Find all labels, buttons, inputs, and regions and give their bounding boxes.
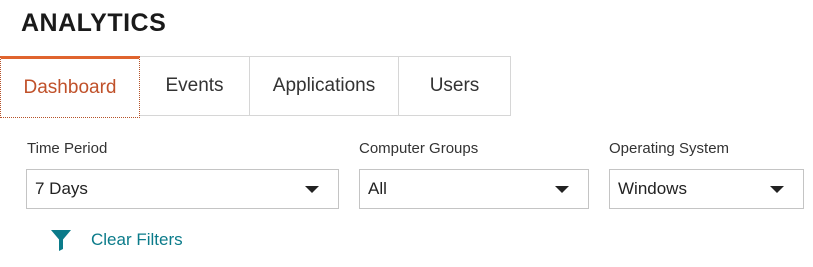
- tab-events[interactable]: Events: [140, 56, 250, 116]
- page-title: ANALYTICS: [21, 9, 167, 37]
- tab-label: Users: [429, 75, 480, 96]
- tab-label: Events: [165, 75, 224, 96]
- time-period-label: Time Period: [27, 140, 108, 157]
- computer-groups-select[interactable]: All: [359, 169, 589, 209]
- computer-groups-label: Computer Groups: [359, 140, 479, 157]
- operating-system-label: Operating System: [609, 140, 730, 157]
- analytics-page: ANALYTICS Dashboard Events Applications …: [0, 0, 813, 267]
- clear-filters-label: Clear Filters: [91, 230, 183, 249]
- chevron-down-icon: [770, 186, 784, 193]
- funnel-icon: [51, 229, 71, 251]
- chevron-down-icon: [555, 186, 569, 193]
- chevron-down-icon: [305, 186, 319, 193]
- time-period-value: 7 Days: [35, 179, 88, 198]
- tab-label: Applications: [272, 75, 376, 96]
- time-period-select[interactable]: 7 Days: [26, 169, 339, 209]
- clear-filters-button[interactable]: Clear Filters: [51, 229, 183, 251]
- operating-system-select[interactable]: Windows: [609, 169, 804, 209]
- operating-system-value: Windows: [618, 179, 687, 198]
- tab-bar: Dashboard Events Applications Users: [0, 56, 813, 118]
- tab-users[interactable]: Users: [399, 56, 511, 116]
- tab-dashboard[interactable]: Dashboard: [0, 56, 140, 118]
- tab-label: Dashboard: [23, 77, 117, 98]
- computer-groups-value: All: [368, 179, 387, 198]
- tab-applications[interactable]: Applications: [250, 56, 399, 116]
